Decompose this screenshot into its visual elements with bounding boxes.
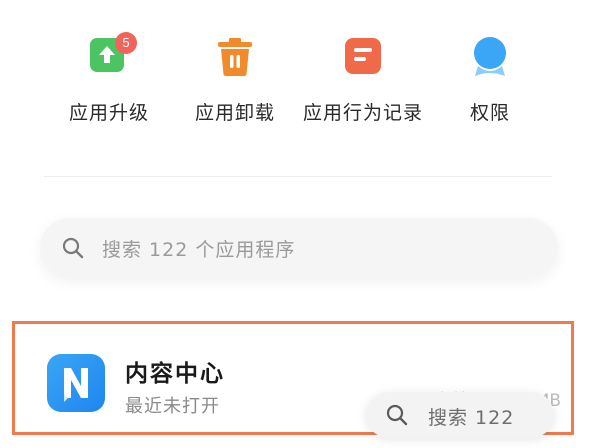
quick-action-label: 权限: [469, 102, 510, 124]
permission-icon-wrap: [468, 32, 512, 76]
floating-search-button[interactable]: 搜索 122: [366, 392, 554, 438]
uninstall-icon-wrap: [213, 32, 257, 76]
app-last-opened: 最近未打开: [125, 396, 220, 417]
section-divider: [44, 176, 552, 177]
search-icon: [386, 404, 408, 426]
upgrade-icon-wrap: 5: [87, 32, 137, 76]
upgrade-count-badge: 5: [115, 32, 137, 54]
content-center-icon: [47, 354, 105, 412]
search-placeholder: 搜索 122 个应用程序: [102, 239, 296, 261]
search-input[interactable]: 搜索 122 个应用程序: [40, 218, 558, 278]
permission-icon: [474, 37, 506, 76]
trash-icon: [218, 38, 252, 76]
quick-actions: 5 应用升级 应用卸载 应用行为记录 权限: [0, 0, 600, 140]
record-icon: [345, 38, 381, 74]
app-name: 内容中心: [125, 361, 225, 387]
floating-search-label: 搜索 122: [428, 407, 515, 429]
record-icon-wrap: [341, 32, 385, 76]
quick-action-permission[interactable]: 权限: [415, 32, 565, 124]
search-icon: [62, 237, 84, 259]
